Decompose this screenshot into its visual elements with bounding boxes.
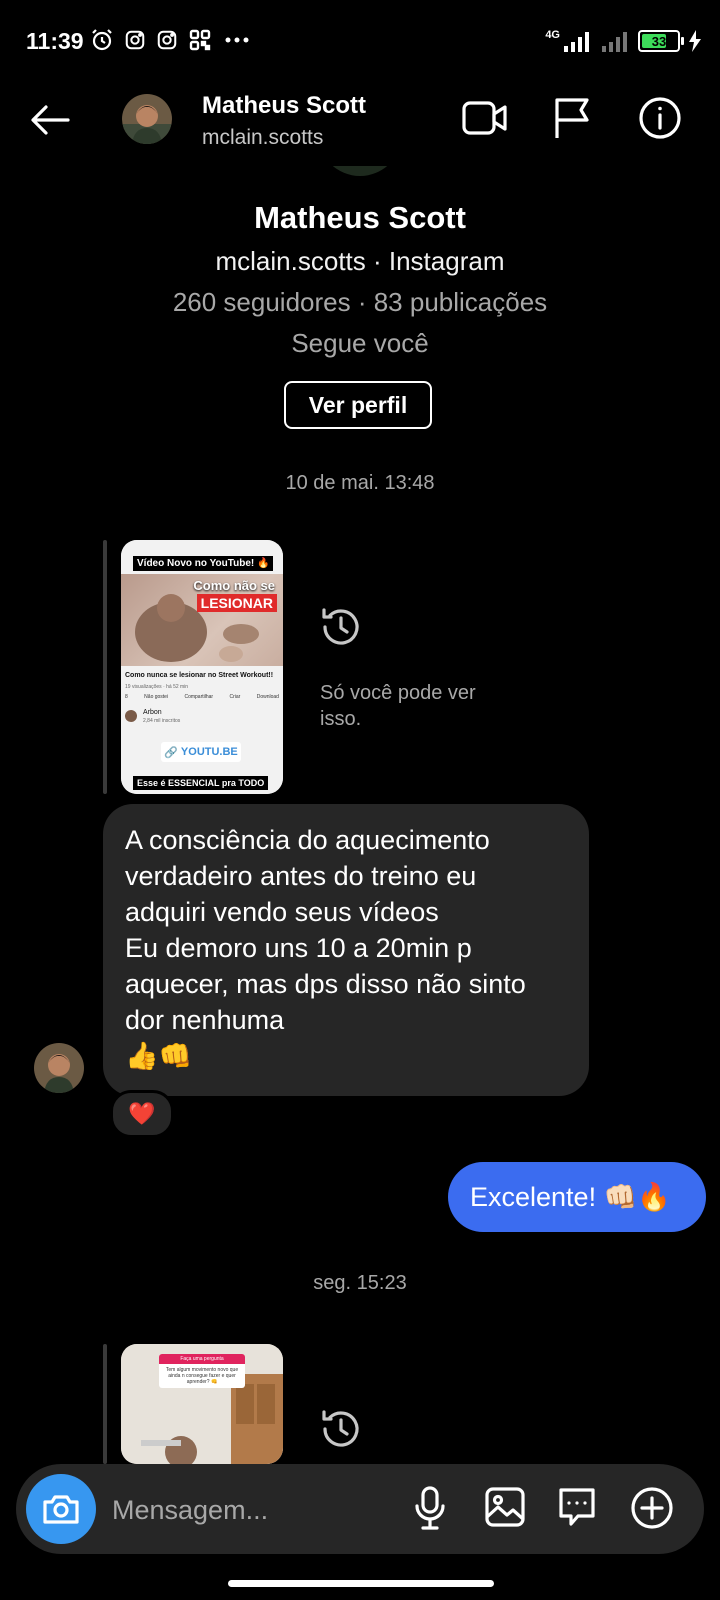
header-username[interactable]: mclain.scotts <box>202 126 323 150</box>
header-name[interactable]: Matheus Scott <box>202 92 366 120</box>
alarm-icon <box>92 29 112 51</box>
profile-name: Matheus Scott <box>254 200 466 235</box>
signal-weak-icon <box>602 32 627 52</box>
instagram-notification-icon <box>157 30 177 50</box>
header-avatar[interactable] <box>122 94 172 144</box>
sent-message[interactable]: Excelente! 👊🏻🔥 <box>448 1162 706 1232</box>
status-notification-icons <box>90 28 252 52</box>
channel-avatar <box>125 710 137 722</box>
channel-subscribers: 2,84 mil inscritos <box>143 718 181 724</box>
story-bottom-text: Esse é ESSENCIAL pra TODO <box>133 776 269 790</box>
dislike-label: Não gostei <box>144 694 169 700</box>
signal-icon <box>564 32 589 52</box>
arrow-left-icon <box>31 105 70 135</box>
more-notifications-icon <box>225 37 249 43</box>
video-actions: 8 Não gostei Compartilhar Criar Download <box>125 694 279 700</box>
story-reply-line <box>103 540 107 794</box>
status-time: 11:39 <box>26 28 84 54</box>
download-label: Download <box>256 694 279 700</box>
heart-reaction[interactable]: ❤️ <box>110 1090 174 1138</box>
heart-icon: ❤️ <box>128 1101 156 1126</box>
message-input[interactable] <box>110 1484 384 1536</box>
camera-button[interactable] <box>26 1474 96 1544</box>
message-emoji-line: 👍👊 <box>125 1041 193 1071</box>
story-thumbnail[interactable]: Faça uma pergunta Tem algum movimento no… <box>121 1344 283 1464</box>
message-line: Eu demoro uns 10 a 20min p <box>125 933 472 963</box>
sticker-button[interactable] <box>556 1486 598 1533</box>
question-header: Faça uma pergunta <box>159 1354 245 1364</box>
profile-summary: Matheus Scott mclain.scotts · Instagram … <box>0 200 720 359</box>
only-you-notice: Só você pode ver isso. <box>320 682 476 730</box>
chat-bubble-icon <box>559 1488 595 1526</box>
received-message[interactable]: A consciência do aquecimento verdadeiro … <box>103 804 589 1096</box>
battery-indicator: 33 <box>638 30 684 52</box>
question-text: Tem algum movimento novo que ainda n con… <box>165 1367 239 1385</box>
home-indicator[interactable] <box>228 1580 494 1587</box>
status-right-icons: 4G 33 <box>545 29 702 52</box>
expired-story-indicator <box>318 1406 364 1457</box>
gallery-button[interactable] <box>484 1486 526 1533</box>
profile-follows-you: Segue você <box>291 328 429 358</box>
story-banner: Vídeo Novo no YouTube! 🔥 <box>133 556 274 571</box>
message-line: A consciência do aquecimento <box>125 825 490 855</box>
video-overlay-line-2: LESIONAR <box>196 594 277 612</box>
info-button[interactable] <box>638 96 682 145</box>
report-button[interactable] <box>552 96 592 145</box>
profile-stats: 260 seguidores · 83 publicações <box>172 287 548 317</box>
story-reply-line <box>103 1344 107 1464</box>
camera-icon <box>43 1495 79 1524</box>
video-title: Como nunca se lesionar no Street Workout… <box>125 672 274 679</box>
message-line: verdadeiro antes do treino eu <box>125 861 477 891</box>
more-options-button[interactable] <box>630 1486 674 1535</box>
history-icon <box>322 608 359 645</box>
instagram-notification-icon <box>125 30 145 50</box>
profile-picture-edge <box>318 166 402 176</box>
message-line: adquiri vendo seus vídeos <box>125 897 439 927</box>
date-separator: 10 de mai. 13:48 <box>285 472 435 494</box>
flag-icon <box>555 98 589 138</box>
charging-icon <box>689 30 701 52</box>
story-thumbnail[interactable]: Vídeo Novo no YouTube! 🔥 Como não se LES… <box>121 540 283 794</box>
video-meta: 19 visualizações · há 52 min <box>125 684 189 690</box>
video-call-button[interactable] <box>462 98 508 143</box>
link-icon: 🔗 <box>164 746 178 759</box>
share-label: Compartilhar <box>184 694 214 700</box>
create-label: Criar <box>229 694 241 700</box>
channel-name: Arbon <box>143 709 162 716</box>
network-type-label: 4G <box>545 29 560 41</box>
sent-message-text: Excelente! 👊🏻🔥 <box>470 1182 671 1212</box>
voice-message-button[interactable] <box>413 1486 447 1535</box>
message-line: dor nenhuma <box>125 1005 285 1035</box>
profile-handle: mclain.scotts · Instagram <box>215 246 505 276</box>
view-profile-button[interactable]: Ver perfil <box>284 381 432 429</box>
video-camera-icon <box>462 101 507 135</box>
date-separator: seg. 15:23 <box>313 1272 407 1294</box>
expired-story-indicator <box>318 604 364 655</box>
video-overlay-line-1: Como não se <box>193 578 275 593</box>
battery-level: 33 <box>651 33 667 49</box>
message-line: aquecer, mas dps disso não sinto <box>125 969 526 999</box>
video-preview: Como não se LESIONAR <box>121 574 283 666</box>
history-icon <box>322 1410 359 1447</box>
question-sticker: Faça uma pergunta Tem algum movimento no… <box>159 1354 245 1388</box>
info-icon <box>639 97 681 139</box>
link-sticker[interactable]: 🔗 YOUTU.BE <box>161 742 241 762</box>
back-button[interactable] <box>26 96 74 144</box>
like-count: 8 <box>125 694 128 700</box>
sender-avatar[interactable] <box>34 1043 84 1093</box>
link-label: YOUTU.BE <box>180 746 238 758</box>
qr-code-icon <box>189 29 211 51</box>
microphone-icon <box>415 1486 445 1530</box>
image-icon <box>485 1487 525 1527</box>
plus-circle-icon <box>631 1487 673 1529</box>
